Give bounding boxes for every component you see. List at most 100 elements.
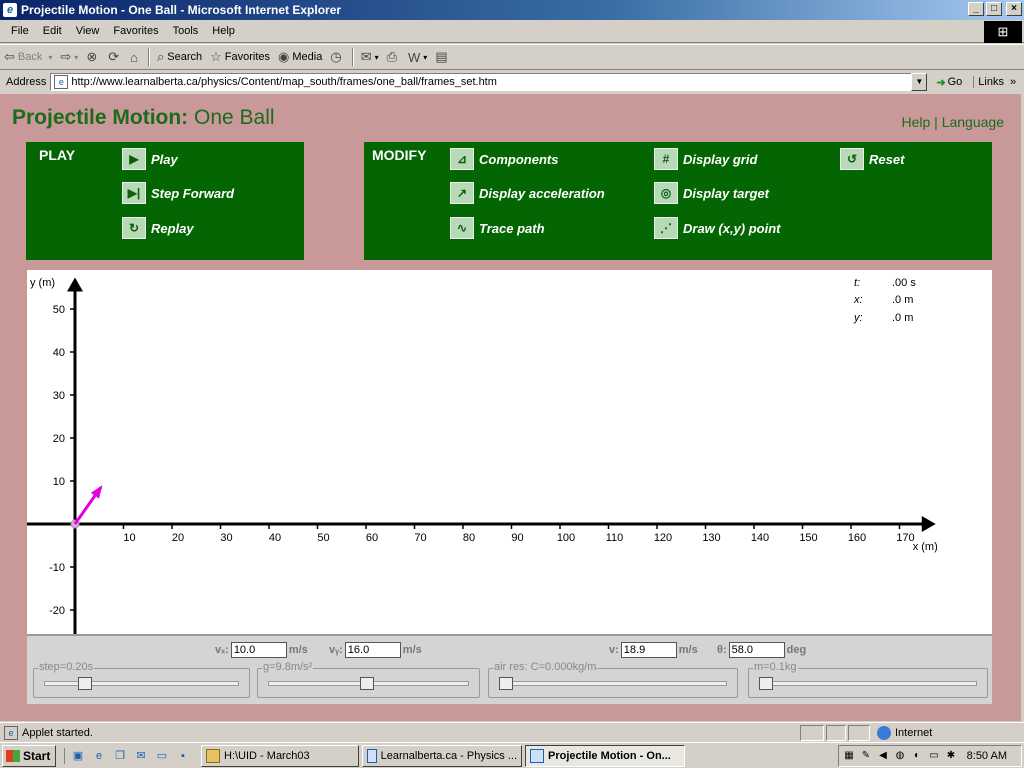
reset-button[interactable]: ↺ Reset	[840, 148, 904, 170]
draw-point-button[interactable]: ⋰ Draw (x,y) point	[654, 217, 781, 239]
search-button[interactable]: ⌕ Search	[153, 46, 206, 68]
menu-help[interactable]: Help	[205, 25, 242, 37]
gravity-slider-thumb[interactable]	[359, 677, 374, 690]
air-resistance-slider-thumb[interactable]	[499, 677, 513, 690]
menu-bar: File Edit View Favorites Tools Help	[0, 20, 1024, 43]
history-button[interactable]: ◷	[326, 46, 348, 68]
address-dropdown[interactable]: ▼	[911, 73, 928, 91]
trace-path-button[interactable]: ∿ Trace path	[450, 217, 545, 239]
y-tick-label: 20	[53, 433, 65, 445]
links-button[interactable]: Links	[973, 76, 1004, 88]
command-prompt-icon[interactable]: ▪	[175, 748, 191, 764]
outlook-icon[interactable]: ✉	[133, 748, 149, 764]
x-tick-label: 130	[702, 532, 720, 544]
address-input[interactable]: e http://www.learnalberta.ca/physics/Con…	[50, 73, 913, 91]
pen-icon[interactable]: ✎	[859, 749, 873, 763]
address-url: http://www.learnalberta.ca/physics/Conte…	[71, 76, 497, 88]
components-button[interactable]: ⊿ Components	[450, 148, 558, 170]
menu-tools[interactable]: Tools	[166, 25, 206, 37]
vy-input[interactable]	[344, 642, 401, 658]
task-learnalberta[interactable]: Learnalberta.ca - Physics ...	[362, 744, 522, 767]
volume-icon[interactable]: ◀	[876, 749, 890, 763]
forward-button[interactable]: ⇨ ▾	[56, 46, 82, 68]
x-tick-label: 40	[269, 532, 281, 544]
discuss-button[interactable]: ▤	[431, 46, 454, 68]
media-button[interactable]: ◉ Media	[274, 46, 326, 68]
vy-field: vᵧ: m/s	[329, 642, 422, 658]
edit-button[interactable]: W ▾	[404, 46, 431, 68]
modify-panel: MODIFY ⊿ Components ↗ Display acceleration…	[364, 142, 992, 260]
menu-favorites[interactable]: Favorites	[106, 25, 165, 37]
x-tick-label: 80	[463, 532, 475, 544]
tray-shield-icon[interactable]: ◍	[893, 749, 907, 763]
step-slider[interactable]: step=0.20s	[33, 661, 250, 698]
play-button[interactable]: ▶ Play	[122, 148, 178, 170]
mass-slider[interactable]: m=0.1kg	[748, 661, 988, 698]
tray-monitor-icon[interactable]: ▭	[927, 749, 941, 763]
x-tick-label: 120	[654, 532, 672, 544]
gravity-slider[interactable]: g=9.8m/s²	[257, 661, 480, 698]
task-uid-folder[interactable]: H:\UID - March03	[201, 744, 359, 767]
language-link[interactable]: Language	[942, 114, 1004, 130]
air-resistance-slider[interactable]: air res: C=0.000kg/m	[488, 661, 738, 698]
favorites-icon: ☆	[210, 49, 222, 64]
step-slider-thumb[interactable]	[78, 677, 93, 690]
replay-button[interactable]: ↻ Replay	[122, 217, 194, 239]
display-acceleration-button[interactable]: ↗ Display acceleration	[450, 182, 605, 204]
refresh-button[interactable]: ⟳	[104, 46, 126, 68]
links-chevron-icon[interactable]: »	[1010, 76, 1016, 88]
display-grid-button[interactable]: # Display grid	[654, 148, 757, 170]
back-arrow-icon: ⇦	[4, 49, 15, 64]
menu-edit[interactable]: Edit	[36, 25, 69, 37]
monitor-icon[interactable]: ▭	[154, 748, 170, 764]
menu-view[interactable]: View	[69, 25, 107, 37]
y-tick-label: 30	[53, 390, 65, 402]
trace-path-icon: ∿	[450, 217, 474, 239]
replay-icon: ↻	[122, 217, 146, 239]
x-tick-label: 30	[220, 532, 232, 544]
page-title: Projectile Motion: One Ball	[12, 106, 275, 129]
tray-tool-icon[interactable]: ✱	[944, 749, 958, 763]
minimize-button[interactable]: _	[968, 2, 984, 16]
v-input[interactable]	[620, 642, 677, 658]
vx-input[interactable]	[230, 642, 287, 658]
play-icon: ▶	[122, 148, 146, 170]
globe-icon	[877, 726, 891, 740]
step-forward-button[interactable]: ▶| Step Forward	[122, 182, 234, 204]
print-button[interactable]: ⎙	[383, 46, 404, 68]
stop-icon: ⊗	[86, 49, 98, 64]
mail-button[interactable]: ✉ ▾	[357, 46, 383, 68]
task-projectile-motion[interactable]: Projectile Motion - On...	[525, 744, 685, 767]
play-panel: PLAY ▶ Play ▶| Step Forward ↻ Replay	[26, 142, 304, 260]
menu-file[interactable]: File	[4, 25, 36, 37]
network-icon[interactable]: ▦	[842, 749, 856, 763]
clock[interactable]: 8:50 AM	[967, 750, 1007, 762]
home-button[interactable]: ⌂	[126, 46, 145, 68]
maximize-button[interactable]: □	[986, 2, 1002, 16]
desktop-icon[interactable]: ▣	[70, 748, 86, 764]
mass-slider-thumb[interactable]	[759, 677, 773, 690]
stop-button[interactable]: ⊗	[82, 46, 104, 68]
theta-input[interactable]	[728, 642, 785, 658]
folder-icon	[206, 748, 220, 763]
display-target-button[interactable]: ◎ Display target	[654, 182, 769, 204]
windows-flag-icon	[6, 749, 20, 762]
help-link[interactable]: Help	[901, 114, 930, 130]
readout: t: .00 s x: .0 m y: .0 m	[854, 274, 928, 327]
tray-app-icon[interactable]: ◐	[910, 749, 924, 763]
favorites-button[interactable]: ☆ Favorites	[206, 46, 274, 68]
mass-slider-track[interactable]	[759, 681, 977, 686]
explorer-icon[interactable]: ❐	[112, 748, 128, 764]
go-button[interactable]: ➜ Go	[933, 76, 965, 89]
theta-field: θ: deg	[717, 642, 806, 658]
readout-x: x: .0 m	[854, 294, 914, 307]
projectile-graph[interactable]: 10 20 30 40 50 60 70 80 90 100 110 120 130 140 150 160 1…	[27, 270, 992, 634]
close-button[interactable]: ×	[1006, 2, 1022, 16]
back-button[interactable]: ⇦ Back ▾	[0, 46, 56, 68]
x-tick-label: 140	[751, 532, 769, 544]
ie-quicklaunch-icon[interactable]: e	[91, 748, 107, 764]
step-slider-track[interactable]	[44, 681, 239, 686]
start-button[interactable]: Start	[2, 744, 56, 767]
air-resistance-slider-track[interactable]	[499, 681, 727, 686]
ie-task-icon	[530, 748, 544, 763]
